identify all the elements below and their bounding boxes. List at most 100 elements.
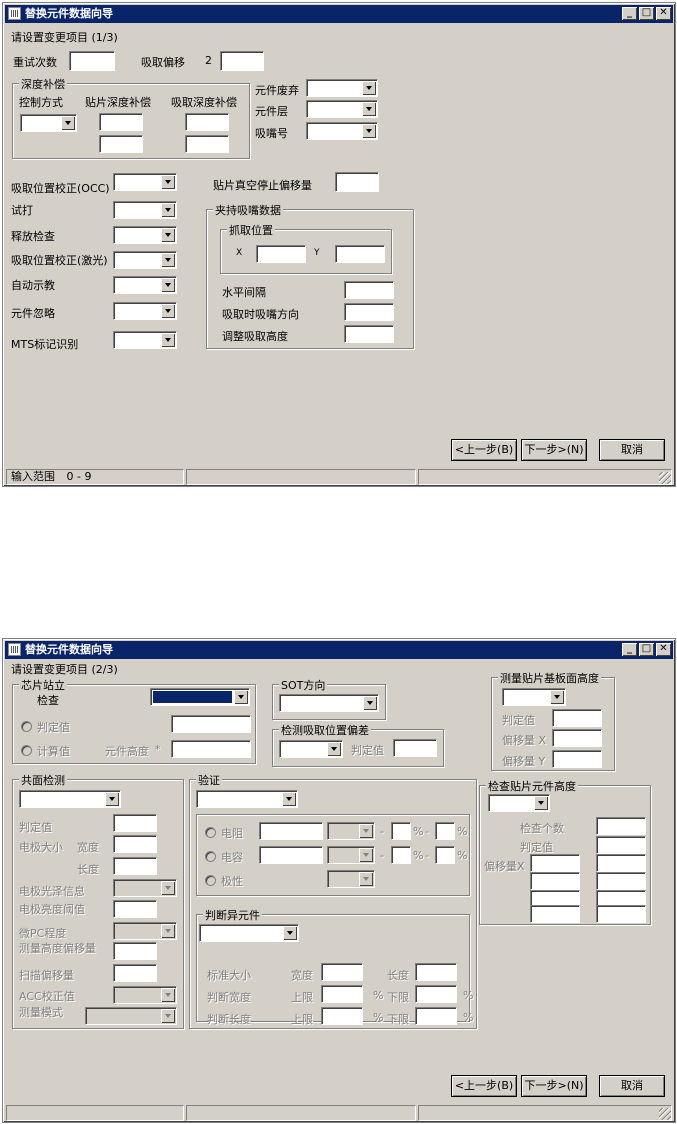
- laser-correct-select[interactable]: [113, 251, 177, 269]
- scan-offset-input[interactable]: [113, 964, 157, 982]
- place-depth-comp-input-2[interactable]: [99, 135, 143, 153]
- title-bar[interactable]: 替换元件数据向导 _ □ ✕: [5, 641, 673, 659]
- chevron-down-icon[interactable]: [105, 792, 119, 806]
- pickup-depth-comp-input-2[interactable]: [185, 135, 229, 153]
- capacitor-value-input[interactable]: [259, 846, 323, 864]
- coplanar-judge-input[interactable]: [113, 814, 157, 832]
- chevron-down-icon[interactable]: [534, 796, 548, 810]
- pickup-depth-comp-input-1[interactable]: [185, 113, 229, 131]
- nozzle-no-select[interactable]: [306, 122, 378, 140]
- part-discard-select[interactable]: [306, 79, 378, 97]
- judge-width-lower-input[interactable]: [415, 985, 457, 1003]
- vacuum-stop-offset-input[interactable]: [335, 172, 379, 192]
- place-depth-comp-input-1[interactable]: [99, 113, 143, 131]
- part-height-input[interactable]: [171, 740, 251, 758]
- polarity-select[interactable]: [327, 870, 375, 888]
- detect-judge-input[interactable]: [393, 739, 437, 757]
- chevron-down-icon[interactable]: [362, 102, 376, 116]
- measure-offset-y-input[interactable]: [552, 750, 602, 768]
- electrode-gloss-select[interactable]: [113, 879, 177, 897]
- next-button[interactable]: 下一步>(N): [521, 439, 587, 461]
- close-button[interactable]: ✕: [656, 643, 671, 656]
- judge-value-radio[interactable]: [21, 721, 32, 732]
- chevron-down-icon[interactable]: [362, 124, 376, 138]
- chevron-down-icon[interactable]: [161, 924, 175, 938]
- check-select[interactable]: [150, 688, 250, 706]
- electrode-threshold-input[interactable]: [113, 900, 157, 918]
- control-method-select[interactable]: [20, 114, 77, 132]
- verify-select[interactable]: [196, 790, 298, 808]
- chevron-down-icon[interactable]: [234, 690, 248, 704]
- inspect-y-input-1[interactable]: [596, 854, 646, 872]
- adjust-height-input[interactable]: [344, 325, 394, 343]
- cancel-button[interactable]: 取消: [599, 439, 665, 461]
- judge-odd-select[interactable]: [199, 924, 299, 942]
- measure-judge-input[interactable]: [552, 709, 602, 727]
- judge-width-upper-input[interactable]: [321, 985, 363, 1003]
- auto-teach-select[interactable]: [113, 276, 177, 294]
- grab-y-input[interactable]: [335, 245, 385, 263]
- horizontal-gap-input[interactable]: [344, 281, 394, 299]
- mts-mark-select[interactable]: [113, 331, 177, 349]
- capacitor-upper-input[interactable]: [435, 846, 455, 864]
- resistor-value-input[interactable]: [259, 822, 323, 840]
- chevron-down-icon[interactable]: [161, 203, 175, 217]
- measure-offset-x-input[interactable]: [552, 729, 602, 747]
- maximize-button[interactable]: □: [639, 643, 654, 656]
- cancel-button[interactable]: 取消: [599, 1075, 665, 1097]
- polarity-radio[interactable]: [205, 875, 216, 886]
- minimize-button[interactable]: _: [622, 7, 637, 20]
- occ-correct-select[interactable]: [113, 173, 177, 191]
- chevron-down-icon[interactable]: [550, 690, 564, 704]
- prev-button[interactable]: <上一步(B): [451, 1075, 517, 1097]
- sot-select[interactable]: [279, 694, 379, 712]
- capacitor-unit-select[interactable]: [327, 846, 375, 864]
- inspect-x-input-1[interactable]: [530, 854, 580, 872]
- calc-value-radio[interactable]: [21, 745, 32, 756]
- resistor-radio[interactable]: [205, 827, 216, 838]
- electrode-length-input[interactable]: [113, 857, 157, 875]
- grab-x-input[interactable]: [256, 245, 306, 263]
- title-bar[interactable]: 替换元件数据向导 _ □ ✕: [5, 5, 673, 23]
- capacitor-lower-input[interactable]: [391, 846, 411, 864]
- judge-value-input[interactable]: [171, 715, 251, 733]
- chevron-down-icon[interactable]: [161, 175, 175, 189]
- chevron-down-icon[interactable]: [161, 333, 175, 347]
- resistor-lower-input[interactable]: [391, 822, 411, 840]
- judge-length-lower-input[interactable]: [415, 1007, 457, 1025]
- chevron-down-icon[interactable]: [359, 824, 373, 838]
- chevron-down-icon[interactable]: [161, 988, 175, 1002]
- pc-precision-select[interactable]: [113, 922, 177, 940]
- capacitor-radio[interactable]: [205, 851, 216, 862]
- std-width-input[interactable]: [321, 963, 363, 981]
- inspect-judge-input[interactable]: [596, 836, 646, 854]
- trial-select[interactable]: [113, 201, 177, 219]
- retry-count-input[interactable]: [69, 51, 115, 71]
- judge-length-upper-input[interactable]: [321, 1007, 363, 1025]
- electrode-width-input[interactable]: [113, 835, 157, 853]
- inspect-x-input-2[interactable]: [530, 872, 580, 890]
- minimize-button[interactable]: _: [622, 643, 637, 656]
- inspect-y-input-4[interactable]: [596, 905, 646, 923]
- part-layer-select[interactable]: [306, 100, 378, 118]
- chevron-down-icon[interactable]: [363, 696, 377, 710]
- chevron-down-icon[interactable]: [283, 926, 297, 940]
- nozzle-dir-input[interactable]: [344, 303, 394, 321]
- acc-correct-select[interactable]: [113, 986, 177, 1004]
- part-ignore-select[interactable]: [113, 302, 177, 320]
- inspect-y-input-2[interactable]: [596, 872, 646, 890]
- coplanar-select[interactable]: [19, 790, 121, 808]
- check-count-input[interactable]: [596, 817, 646, 835]
- measure-height-offset-input[interactable]: [113, 942, 157, 960]
- chevron-down-icon[interactable]: [161, 278, 175, 292]
- inspect-height-select[interactable]: [488, 794, 550, 812]
- chevron-down-icon[interactable]: [161, 1009, 175, 1023]
- chevron-down-icon[interactable]: [161, 304, 175, 318]
- next-button[interactable]: 下一步>(N): [521, 1075, 587, 1097]
- chevron-down-icon[interactable]: [359, 848, 373, 862]
- chevron-down-icon[interactable]: [161, 228, 175, 242]
- chevron-down-icon[interactable]: [282, 792, 296, 806]
- prev-button[interactable]: <上一步(B): [451, 439, 517, 461]
- pickup-offset-input[interactable]: [220, 51, 264, 71]
- release-check-select[interactable]: [113, 226, 177, 244]
